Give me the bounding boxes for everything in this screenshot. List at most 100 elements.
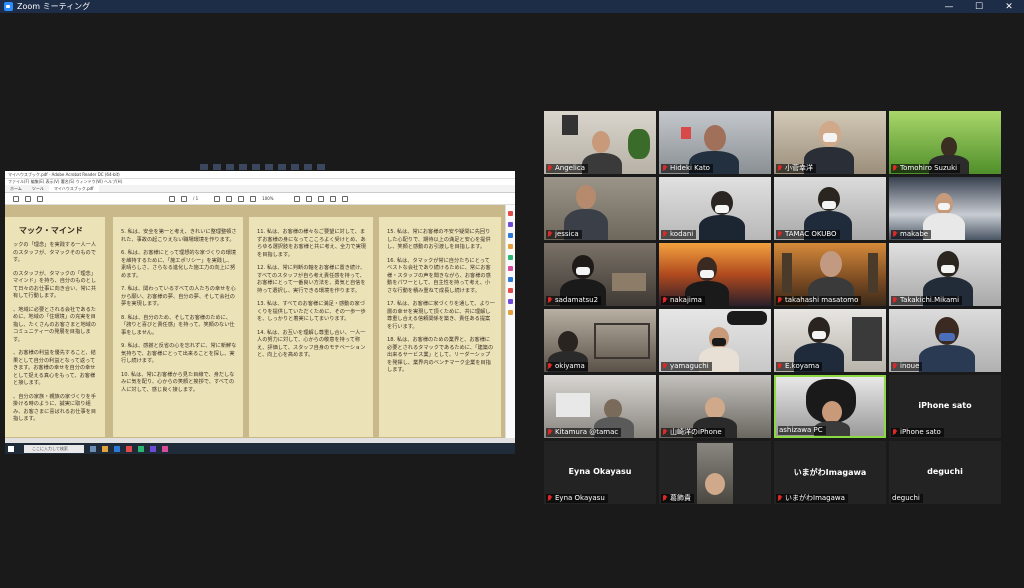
participant-tile[interactable]: 山崎洋のiPhone [659,375,771,438]
taskbar-app-icon[interactable] [102,445,108,452]
participant-display-name: deguchi [927,467,963,476]
panel-paragraph: 18. 私は、お客様のための業界と、お客様に必要とされるタマックであるために、「… [387,337,494,373]
participant-tile-active-speaker[interactable]: ashizawa PC [774,375,886,438]
participant-tile[interactable]: 小菅幸洋 [774,111,886,174]
minimize-button[interactable]: — [934,0,964,13]
panel-paragraph: 7. 私は、関わっているすべての人たちの幸せを心から願い、お客様の夢、自分の夢、… [121,286,236,307]
close-button[interactable]: ✕ [994,0,1024,13]
participant-tile[interactable]: Kitamura @tamac [544,375,656,438]
pen-icon[interactable] [305,195,312,202]
sign-icon[interactable] [329,195,336,202]
taskbar-app-icon[interactable] [90,445,96,452]
participant-tile[interactable]: okiyama [544,309,656,372]
participant-tile[interactable]: Tomohiro Suzuki [889,111,1001,174]
participant-tile[interactable]: Hideki Kato [659,111,771,174]
search-icon[interactable] [37,195,43,202]
panel-paragraph: 12. 私は、常に判断の軸をお客様に置き続け、すべてのスタッフが自ら考え責任感を… [257,265,366,294]
participant-name: takahashi masatomo [776,296,862,305]
participant-tile[interactable]: makabe [889,177,1001,240]
participant-tile[interactable]: Angelica [544,111,656,174]
share-control-icon[interactable] [200,164,208,170]
background-object [556,393,590,417]
participant-display-name: iPhone sato [918,401,972,410]
mic-muted-icon [662,297,668,304]
highlight-icon[interactable] [317,195,324,202]
panel-paragraph: 、地域に必要とされる会社であるために、地域の「住環境」の充実を目指し、たくさんの… [13,306,97,343]
tool-icon[interactable] [508,277,513,282]
background-room [612,273,646,291]
share-control-icon[interactable] [239,164,247,170]
panel-paragraph: 8. 私は、自分のため、そしてお客様のために、「誇りと喜びと責任感」を持って、笑… [121,314,235,336]
mic-muted-icon [547,165,553,172]
tool-icon[interactable] [508,310,513,315]
zoom-out-icon[interactable] [238,195,245,202]
participant-tile[interactable]: kodani [659,177,771,240]
participant-tile[interactable]: takahashi masatomo [774,243,886,306]
share-control-icon[interactable] [252,164,260,170]
share-control-icon[interactable] [226,164,234,170]
share-control-icon[interactable] [291,164,299,170]
share-control-icon[interactable] [265,164,273,170]
taskbar-app-icon[interactable] [162,445,168,452]
share-icon[interactable] [341,195,348,202]
tab-home[interactable]: ホーム [5,185,27,192]
mic-muted-icon [662,231,668,238]
taskbar-app-icon[interactable] [138,445,144,452]
tool-icon[interactable] [508,233,513,238]
tool-icon[interactable] [508,222,513,227]
taskbar-app-icon[interactable] [114,445,120,452]
mic-muted-icon [777,363,783,370]
save-icon[interactable] [13,195,19,202]
share-control-icon[interactable] [304,164,312,170]
shared-screen: マイハウスブック.pdf - Adobe Acrobat Reader DC (… [5,171,515,454]
participant-tile[interactable]: sadamatsu2 [544,243,656,306]
taskbar-app-icon[interactable] [150,445,156,452]
participant-tile[interactable]: nakajima [659,243,771,306]
page-down-icon[interactable] [181,195,187,202]
tool-icon[interactable] [508,299,513,304]
hand-icon[interactable] [226,195,233,202]
participant-tile[interactable]: yamaguchi [659,309,771,372]
tool-icon[interactable] [508,211,513,216]
mic-muted-icon [777,231,783,238]
background-object [681,127,691,139]
participant-name: inoue [891,362,923,371]
cursor-icon[interactable] [214,195,221,202]
print-icon[interactable] [25,195,31,202]
participant-tile[interactable]: Eyna Okayasu Eyna Okayasu [544,441,656,504]
participant-tile[interactable]: Takakichi.Mikami [889,243,1001,306]
page-up-icon[interactable] [169,195,175,202]
windows-start-icon[interactable] [8,445,14,452]
comment-icon[interactable] [293,195,300,202]
tool-icon[interactable] [508,266,513,271]
page-number[interactable]: / 1 [193,196,198,201]
acrobat-toolbar: / 1 100% [5,193,515,205]
tab-document[interactable]: マイハウスブック.pdf [48,185,99,192]
zoom-in-icon[interactable] [250,195,257,202]
zoom-value[interactable]: 100% [262,196,273,201]
tool-icon[interactable] [508,255,513,260]
panel-paragraph: 17. 私は、お客様に家づくりを通して、より一層の幸せを実現して頂くために、共に… [387,301,495,330]
mic-muted-icon [662,429,668,436]
participant-tile[interactable]: inoue [889,309,1001,372]
participant-tile[interactable]: TAMAC OKUBO [774,177,886,240]
share-controls [200,163,325,171]
participant-tile[interactable]: jessica [544,177,656,240]
participant-tile[interactable]: いまがわImagawa いまがわImagawa [774,441,886,504]
tab-tools[interactable]: ツール [27,185,49,192]
participant-tile[interactable]: deguchi deguchi [889,441,1001,504]
participant-tile[interactable]: 葛飾貴 [659,441,771,504]
maximize-button[interactable]: ☐ [964,0,994,13]
tool-icon[interactable] [508,288,513,293]
tool-icon[interactable] [508,244,513,249]
taskbar-search-input[interactable]: ここに入力して検索 [24,444,84,453]
participant-tile[interactable]: iPhone sato iPhone sato [889,375,1001,438]
participant-tile[interactable]: E.koyama [774,309,886,372]
taskbar-app-icon[interactable] [126,445,132,452]
share-control-icon[interactable] [213,164,221,170]
share-control-icon[interactable] [317,164,325,170]
panel-paragraph: 9. 私は、感謝と反省の心を忘れずに、常に新鮮な気持ちで、お客様にとって出来るこ… [121,343,237,364]
share-control-icon[interactable] [278,164,286,170]
panel-text: ックの「理念」を実践する一人一人のスタッフが、タマックそのものです。 のスタッフ… [5,242,105,424]
windows-taskbar: ここに入力して検索 [5,443,515,454]
